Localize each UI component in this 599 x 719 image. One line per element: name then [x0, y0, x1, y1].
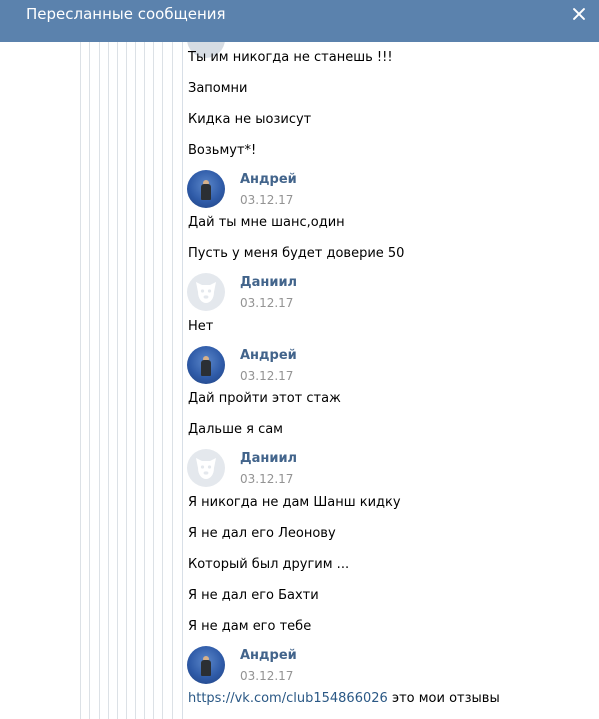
message-text: Нет	[188, 319, 214, 334]
avatar[interactable]	[187, 646, 225, 684]
forward-indent-line	[108, 42, 109, 719]
message-date[interactable]: 03.12.17	[240, 472, 293, 486]
dog-icon	[196, 282, 216, 303]
forward-indent-line	[144, 42, 145, 719]
message-text: Я не дал его Бахти	[188, 588, 319, 603]
message-text: Который был другим ...	[188, 557, 350, 572]
modal-title: Пересланные сообщения	[26, 5, 226, 23]
message-text: Дай пройти этот стаж	[188, 391, 341, 406]
forward-indent-line	[153, 42, 154, 719]
forward-indent-line	[89, 42, 90, 719]
message-date[interactable]: 03.12.17	[240, 369, 293, 383]
message-text: Дальше я сам	[188, 422, 283, 437]
avatar[interactable]	[187, 449, 225, 487]
message-date[interactable]: 03.12.17	[240, 193, 293, 207]
author-name[interactable]: Даниил	[240, 275, 297, 290]
forward-indent-line	[162, 42, 163, 719]
modal-header: Пересланные сообщения	[0, 0, 599, 42]
avatar[interactable]	[187, 346, 225, 384]
message-text: Дай ты мне шанс,один	[188, 215, 345, 230]
author-name[interactable]: Даниил	[240, 451, 297, 466]
forward-indent-line	[126, 42, 127, 719]
dog-icon	[196, 458, 216, 479]
message-text: это мои отзывы	[391, 691, 500, 706]
message-date[interactable]: 03.12.17	[240, 296, 293, 310]
author-name[interactable]: Андрей	[240, 648, 297, 663]
avatar[interactable]	[187, 273, 225, 311]
forward-indent-line	[117, 42, 118, 719]
message-text: Я никогда не дам Шанш кидку	[188, 495, 401, 510]
close-icon[interactable]	[571, 6, 587, 22]
message-text: https://vk.com/club154866026 это мои отз…	[188, 691, 500, 706]
message-text: Запомни	[188, 81, 248, 96]
message-date[interactable]: 03.12.17	[240, 669, 293, 683]
avatar[interactable]	[187, 170, 225, 208]
message-text: Пусть у меня будет доверие 50	[188, 246, 405, 261]
author-name[interactable]: Андрей	[240, 172, 297, 187]
forward-indent-line	[135, 42, 136, 719]
author-name[interactable]: Андрей	[240, 348, 297, 363]
message-text: Кидка не ыозисут	[188, 112, 312, 127]
forward-indent-line	[80, 42, 81, 719]
forward-indent-line	[99, 42, 100, 719]
message-text: Ты им никогда не станешь !!!	[188, 50, 393, 65]
forward-indent-line	[182, 42, 183, 719]
forwarded-messages-list[interactable]: Ты им никогда не станешь !!! Запомни Кид…	[0, 42, 599, 719]
message-text: Я не дам его тебе	[188, 619, 312, 634]
forward-indent-line	[172, 42, 173, 719]
message-text: Я не дал его Леонову	[188, 526, 336, 541]
message-link[interactable]: https://vk.com/club154866026	[188, 691, 388, 706]
message-text: Возьмут*!	[188, 143, 257, 158]
